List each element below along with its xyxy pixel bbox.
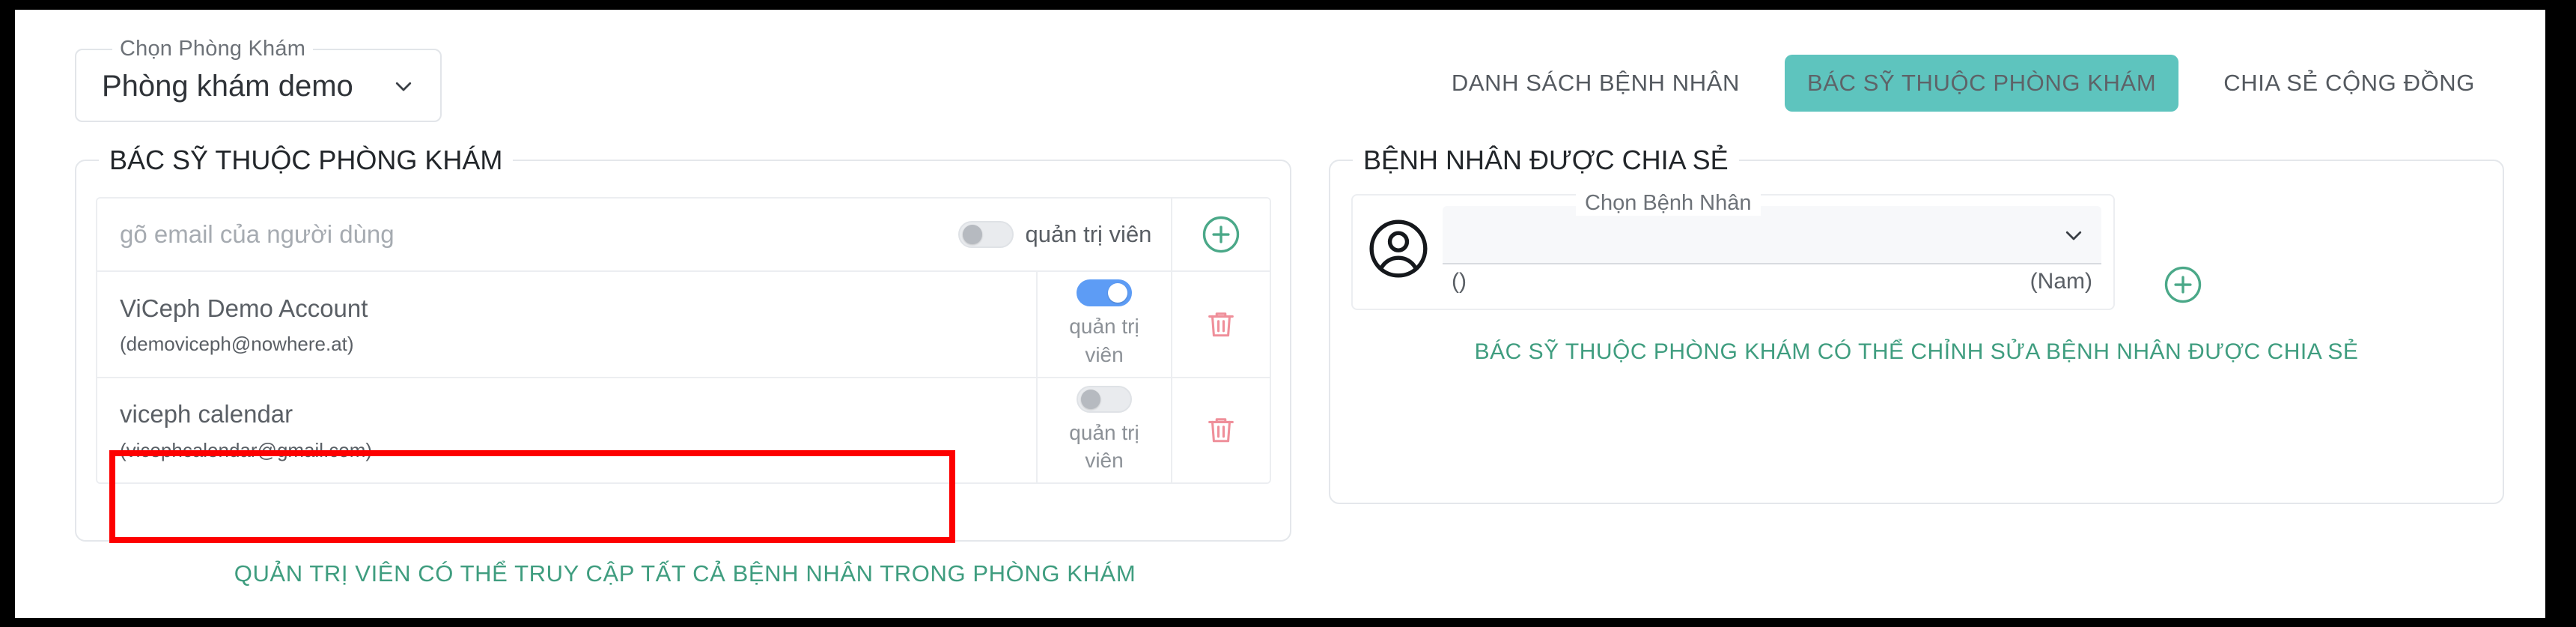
clinic-doctors-panel-title: BÁC SỸ THUỘC PHÒNG KHÁM bbox=[99, 145, 514, 176]
clinic-select-label: Chọn Phòng Khám bbox=[112, 37, 314, 61]
table-row[interactable]: viceph calendar (vicephcalendar@gmail.co… bbox=[97, 378, 1270, 483]
clinic-select[interactable]: Chọn Phòng Khám Phòng khám demo bbox=[75, 37, 442, 122]
chevron-down-icon[interactable] bbox=[392, 75, 415, 97]
top-bar: Chọn Phòng Khám Phòng khám demo DANH SÁC… bbox=[15, 10, 2545, 148]
admin-toggle-label: quản trị viên bbox=[1025, 221, 1152, 247]
doctor-name: ViCeph Demo Account bbox=[120, 294, 368, 322]
trash-icon[interactable] bbox=[1204, 307, 1238, 342]
patient-meta-gender: (Nam) bbox=[2030, 269, 2092, 294]
doctor-email: (demoviceph@nowhere.at) bbox=[120, 333, 354, 356]
add-doctor-action-cell bbox=[1171, 199, 1270, 270]
admin-access-note: QUẢN TRỊ VIÊN CÓ THỂ TRUY CẬP TẤT CẢ BỆN… bbox=[234, 560, 1136, 587]
doctor-admin-cell: quản trị viên bbox=[1036, 378, 1171, 483]
patient-picker-card: Chọn Bệnh Nhân () (Nam) bbox=[1351, 191, 2202, 310]
admin-toggle-label: quản trị viên bbox=[1069, 315, 1139, 366]
chevron-down-icon[interactable] bbox=[2062, 224, 2085, 246]
main-nav: DANH SÁCH BỆNH NHÂN BÁC SỸ THUỘC PHÒNG K… bbox=[1426, 51, 2500, 115]
doctor-table: quản trị viên ViCeph Demo Account bbox=[96, 197, 1271, 485]
plus-circle-icon[interactable] bbox=[1201, 214, 1241, 255]
admin-toggle-row-2[interactable] bbox=[1077, 385, 1132, 413]
doctor-identity-cell: viceph calendar (vicephcalendar@gmail.co… bbox=[97, 378, 1036, 483]
patient-meta-name: () bbox=[1452, 269, 1467, 294]
doctor-email: (vicephcalendar@gmail.com) bbox=[120, 438, 373, 461]
doctor-admin-cell: quản trị viên bbox=[1036, 272, 1171, 377]
clinic-select-value: Phòng khám demo bbox=[102, 70, 353, 103]
doctor-name: viceph calendar bbox=[120, 400, 293, 428]
admin-toggle-new[interactable] bbox=[957, 221, 1014, 248]
user-avatar-icon bbox=[1366, 216, 1431, 281]
patient-meta: () (Nam) bbox=[1443, 269, 2101, 294]
toggle-thumb bbox=[1081, 389, 1100, 409]
patient-select[interactable]: Chọn Bệnh Nhân bbox=[1443, 191, 2101, 264]
doctor-identity-cell: ViCeph Demo Account (demoviceph@nowhere.… bbox=[97, 272, 1036, 377]
shared-patients-panel: BỆNH NHÂN ĐƯỢC CHIA SẺ Chọn Bệnh Nhân ()… bbox=[1329, 145, 2504, 504]
tab-community-share[interactable]: CHIA SẺ CỘNG ĐỒNG bbox=[2198, 51, 2500, 115]
add-doctor-row: quản trị viên bbox=[97, 199, 1270, 272]
tab-clinic-doctors[interactable]: BÁC SỸ THUỘC PHÒNG KHÁM bbox=[1785, 55, 2179, 112]
toggle-thumb bbox=[1108, 283, 1127, 303]
toggle-thumb bbox=[962, 225, 982, 244]
doctor-email-input[interactable] bbox=[120, 220, 898, 249]
shared-patients-panel-title: BỆNH NHÂN ĐƯỢC CHIA SẺ bbox=[1353, 145, 1739, 176]
shared-patients-hint: BÁC SỸ THUỘC PHÒNG KHÁM CÓ THỂ CHỈNH SỬA… bbox=[1474, 339, 2359, 364]
trash-icon[interactable] bbox=[1204, 413, 1238, 447]
table-row[interactable]: ViCeph Demo Account (demoviceph@nowhere.… bbox=[97, 272, 1270, 378]
admin-toggle-label: quản trị viên bbox=[1069, 420, 1139, 473]
patient-select-label: Chọn Bệnh Nhân bbox=[1576, 191, 1761, 216]
plus-circle-icon[interactable] bbox=[2163, 264, 2203, 305]
app-surface: Chọn Phòng Khám Phòng khám demo DANH SÁC… bbox=[15, 10, 2545, 618]
admin-toggle-row-1[interactable] bbox=[1077, 279, 1132, 306]
tab-patient-list[interactable]: DANH SÁCH BỆNH NHÂN bbox=[1426, 51, 1765, 115]
doctor-action-cell bbox=[1171, 272, 1270, 377]
add-doctor-email-cell bbox=[97, 199, 939, 270]
clinic-doctors-panel: BÁC SỸ THUỘC PHÒNG KHÁM quản trị viên bbox=[75, 145, 1291, 542]
add-doctor-admin-cell: quản trị viên bbox=[939, 199, 1171, 270]
doctor-action-cell bbox=[1171, 378, 1270, 483]
